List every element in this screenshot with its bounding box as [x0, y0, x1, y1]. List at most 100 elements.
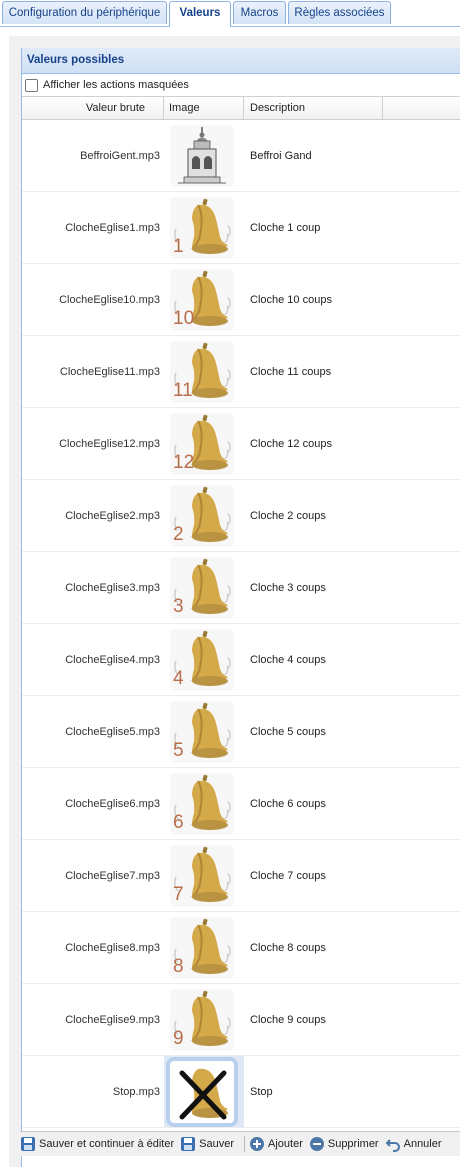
show-hidden-actions[interactable]: Afficher les actions masquées	[22, 74, 460, 97]
values-panel: Valeurs possibles Afficher les actions m…	[9, 36, 460, 1167]
description-cell: Cloche 4 coups	[250, 654, 326, 666]
tab-associated-rules[interactable]: Règles associées	[288, 1, 391, 24]
thumbnail: 8	[170, 917, 234, 979]
save-icon	[21, 1137, 35, 1151]
raw-value-cell: ClocheEglise5.mp3	[65, 726, 160, 738]
image-cell: 2	[164, 480, 244, 551]
thumbnail: 4	[170, 629, 234, 691]
image-cell: 7	[164, 840, 244, 911]
raw-value-cell: ClocheEglise1.mp3	[65, 222, 160, 234]
raw-value-cell: ClocheEglise7.mp3	[65, 870, 160, 882]
tab-bar: Configuration du périphérique Valeurs Ma…	[0, 0, 460, 27]
raw-value-cell: ClocheEglise3.mp3	[65, 582, 160, 594]
rows: BeffroiGent.mp3 Beffroi Gand ClocheEglise…	[22, 120, 460, 1128]
description-cell: Cloche 9 coups	[250, 1014, 326, 1026]
panel-title: Valeurs possibles	[22, 48, 460, 74]
table-row[interactable]: ClocheEglise7.mp3 7 Cloche 7 coups	[22, 840, 460, 912]
bell-crossed-icon	[179, 1068, 228, 1120]
raw-value-cell: ClocheEglise9.mp3	[65, 1014, 160, 1026]
bottom-toolbar: Sauver et continuer à éditer Sauver Ajou…	[20, 1131, 460, 1156]
description-cell: Cloche 8 coups	[250, 942, 326, 954]
description-cell: Cloche 7 coups	[250, 870, 326, 882]
table-row[interactable]: ClocheEglise10.mp3 10 Cloche 10 coups	[22, 264, 460, 336]
table-row[interactable]: ClocheEglise12.mp3 12 Cloche 12 coups	[22, 408, 460, 480]
image-cell: 5	[164, 696, 244, 767]
tab-values[interactable]: Valeurs	[169, 1, 231, 27]
table-row[interactable]: ClocheEglise9.mp3 9 Cloche 9 coups	[22, 984, 460, 1056]
table-row[interactable]: ClocheEglise11.mp3 11 Cloche 11 coups	[22, 336, 460, 408]
image-cell: 3	[164, 552, 244, 623]
cancel-button[interactable]: Annuler	[385, 1136, 442, 1152]
thumbnail: 11	[170, 341, 234, 403]
column-description[interactable]: Description	[244, 97, 383, 119]
bell-count-number: 2	[173, 524, 184, 545]
plus-circle-icon	[250, 1137, 264, 1151]
table-row[interactable]: Stop.mp3 Stop	[22, 1056, 460, 1128]
tab-device-configuration[interactable]: Configuration du périphérique	[2, 1, 167, 24]
table-row[interactable]: ClocheEglise4.mp3 4 Cloche 4 coups	[22, 624, 460, 696]
column-raw-value[interactable]: Valeur brute	[22, 97, 164, 119]
delete-button[interactable]: Supprimer	[309, 1136, 379, 1152]
thumbnail: 9	[170, 989, 234, 1051]
table-row[interactable]: BeffroiGent.mp3 Beffroi Gand	[22, 120, 460, 192]
save-button[interactable]: Sauver	[180, 1136, 234, 1152]
description-cell: Cloche 10 coups	[250, 294, 332, 306]
thumbnail: 3	[170, 557, 234, 619]
thumbnail: 10	[170, 269, 234, 331]
add-button[interactable]: Ajouter	[249, 1136, 303, 1152]
save-continue-button[interactable]: Sauver et continuer à éditer	[20, 1136, 174, 1152]
thumbnail: 12	[170, 413, 234, 475]
image-cell: 10	[164, 264, 244, 335]
bell-count-number: 8	[173, 956, 184, 977]
show-hidden-checkbox[interactable]	[25, 78, 38, 92]
thumbnail	[166, 1057, 238, 1127]
table-row[interactable]: ClocheEglise1.mp3 1 Cloche 1 coup	[22, 192, 460, 264]
image-cell: 8	[164, 912, 244, 983]
toolbar-separator	[244, 1136, 245, 1152]
minus-circle-icon	[309, 1137, 324, 1151]
thumbnail: 6	[170, 773, 234, 835]
table-row[interactable]: ClocheEglise6.mp3 6 Cloche 6 coups	[22, 768, 460, 840]
save-label: Sauver	[199, 1138, 234, 1150]
image-cell	[164, 1056, 244, 1127]
tab-macros[interactable]: Macros	[233, 1, 286, 24]
raw-value-cell: ClocheEglise12.mp3	[59, 438, 160, 450]
bell-count-number: 9	[173, 1028, 184, 1049]
table-row[interactable]: ClocheEglise3.mp3 3 Cloche 3 coups	[22, 552, 460, 624]
bell-count-number: 5	[173, 740, 184, 761]
table-row[interactable]: ClocheEglise5.mp3 5 Cloche 5 coups	[22, 696, 460, 768]
table-row[interactable]: ClocheEglise8.mp3 8 Cloche 8 coups	[22, 912, 460, 984]
cancel-label: Annuler	[403, 1138, 442, 1150]
thumbnail: 7	[170, 845, 234, 907]
description-cell: Cloche 1 coup	[250, 222, 321, 234]
raw-value-cell: ClocheEglise2.mp3	[65, 510, 160, 522]
raw-value-cell: ClocheEglise6.mp3	[65, 798, 160, 810]
raw-value-cell: ClocheEglise8.mp3	[65, 942, 160, 954]
bell-count-number: 10	[173, 308, 195, 329]
column-image[interactable]: Image	[164, 97, 244, 119]
description-cell: Cloche 5 coups	[250, 726, 326, 738]
add-label: Ajouter	[268, 1138, 303, 1150]
thumbnail: 2	[170, 485, 234, 547]
thumbnail: 1	[170, 197, 234, 259]
raw-value-cell: ClocheEglise4.mp3	[65, 654, 160, 666]
image-cell: 12	[164, 408, 244, 479]
thumbnail: 5	[170, 701, 234, 763]
save-icon	[181, 1137, 196, 1151]
table-row[interactable]: ClocheEglise2.mp3 2 Cloche 2 coups	[22, 480, 460, 552]
bell-count-number: 7	[173, 884, 184, 905]
thumbnail	[170, 125, 234, 187]
raw-value-cell: ClocheEglise11.mp3	[59, 366, 160, 378]
description-cell: Beffroi Gand	[250, 150, 312, 162]
raw-value-cell: BeffroiGent.mp3	[80, 150, 160, 162]
bell-count-number: 4	[173, 668, 184, 689]
save-continue-label: Sauver et continuer à éditer	[39, 1138, 175, 1150]
raw-value-cell: ClocheEglise10.mp3	[59, 294, 160, 306]
image-cell: 6	[164, 768, 244, 839]
image-cell: 9	[164, 984, 244, 1055]
image-cell: 1	[164, 192, 244, 263]
description-cell: Cloche 11 coups	[250, 366, 332, 378]
show-hidden-label: Afficher les actions masquées	[43, 79, 189, 91]
undo-icon	[385, 1139, 400, 1152]
image-cell	[164, 120, 244, 191]
